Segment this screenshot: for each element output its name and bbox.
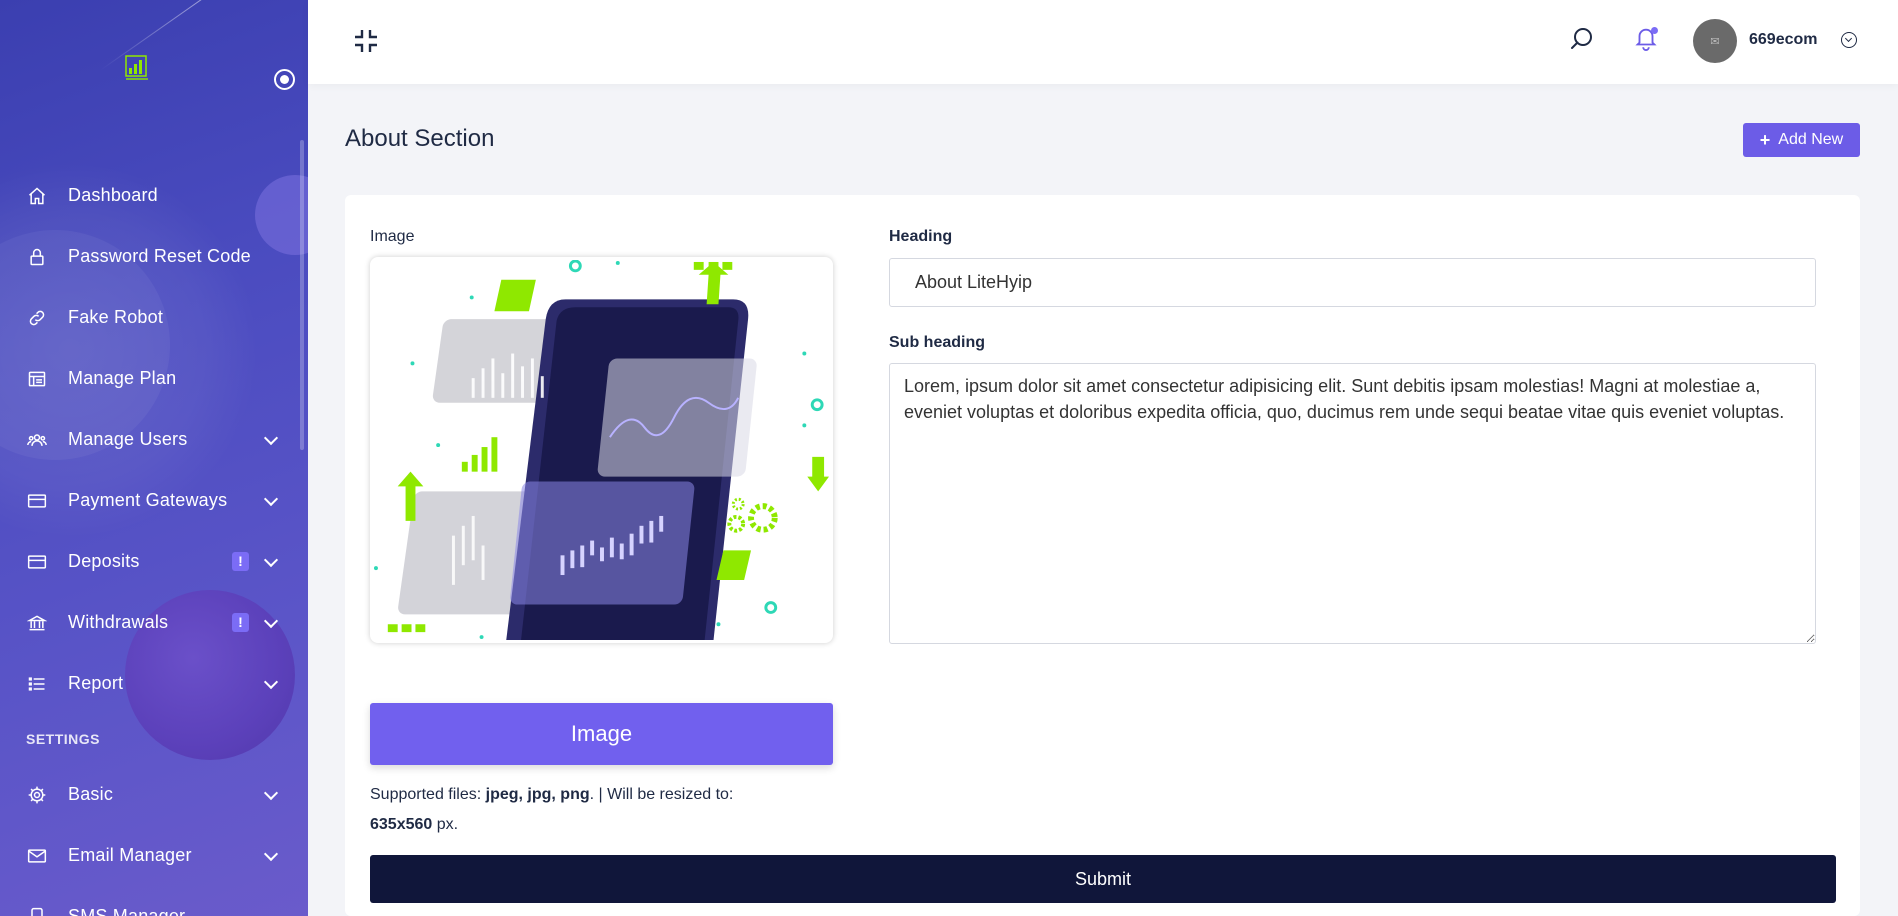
logo[interactable] (124, 54, 150, 82)
alert-badge: ! (232, 613, 249, 632)
chevron-down-icon (263, 430, 279, 446)
sidebar-section-settings: SETTINGS (26, 731, 101, 747)
sidebar-item-basic[interactable]: Basic (0, 764, 308, 825)
search-icon[interactable] (1569, 26, 1595, 52)
sidebar-item-withdrawals[interactable]: Withdrawals ! (0, 592, 308, 653)
sidebar-item-label: Fake Robot (68, 307, 164, 327)
heading-input[interactable] (889, 258, 1816, 307)
sidebar-nav: Dashboard Password Reset Code Fake Robot… (0, 165, 308, 916)
subheading-textarea[interactable]: Lorem, ipsum dolor sit amet consectetur … (889, 363, 1816, 644)
sidebar-toggle[interactable] (274, 69, 295, 90)
submit-button[interactable]: Submit (370, 855, 1836, 903)
top-bar: ✉ 669ecom (308, 0, 1898, 84)
sidebar-item-dashboard[interactable]: Dashboard (0, 165, 308, 226)
add-new-label: Add New (1778, 131, 1844, 148)
chevron-down-icon[interactable] (1841, 32, 1857, 48)
supported-suffix: px. (432, 816, 459, 833)
sidebar-item-label: Basic (68, 784, 114, 804)
chevron-down-icon (263, 846, 279, 862)
sidebar: Dashboard Password Reset Code Fake Robot… (0, 0, 308, 916)
lock-icon (26, 246, 48, 268)
chevron-down-icon (263, 613, 279, 629)
sidebar-item-label: Dashboard (68, 185, 158, 205)
sidebar-item-email-manager[interactable]: Email Manager (0, 825, 308, 886)
supported-size: 635x560 (370, 816, 433, 833)
sidebar-item-password-reset-code[interactable]: Password Reset Code (0, 226, 308, 287)
image-label: Image (370, 228, 415, 245)
card-icon (26, 551, 48, 573)
about-form-card: Image Image Supported files: jpeg, jpg, … (345, 195, 1860, 916)
alert-badge: ! (232, 552, 249, 571)
username[interactable]: 669ecom (1749, 31, 1818, 49)
sidebar-item-label: Report (68, 673, 124, 693)
chevron-down-icon (263, 491, 279, 507)
link-icon (26, 307, 48, 329)
sidebar-item-label: Withdrawals (68, 612, 169, 632)
sidebar-item-fake-robot[interactable]: Fake Robot (0, 287, 308, 348)
chevron-down-icon (263, 674, 279, 690)
sidebar-item-label: Password Reset Code (68, 246, 251, 266)
chevron-down-icon (263, 785, 279, 801)
sidebar-item-label: SMS Manager (68, 906, 186, 916)
sidebar-item-manage-users[interactable]: Manage Users (0, 409, 308, 470)
phone-icon (26, 906, 48, 916)
sidebar-item-label: Manage Plan (68, 368, 177, 388)
supported-prefix: Supported files: (370, 786, 486, 803)
gear-icon (26, 784, 48, 806)
avatar[interactable]: ✉ (1693, 19, 1737, 63)
sidebar-item-label: Deposits (68, 551, 140, 571)
image-preview (370, 257, 833, 643)
sidebar-item-payment-gateways[interactable]: Payment Gateways (0, 470, 308, 531)
home-icon (26, 185, 48, 207)
add-new-button[interactable]: + Add New (1743, 123, 1860, 157)
plan-icon (26, 368, 48, 390)
supported-files-note: Supported files: jpeg, jpg, png. | Will … (370, 780, 833, 840)
sidebar-item-deposits[interactable]: Deposits ! (0, 531, 308, 592)
sidebar-item-manage-plan[interactable]: Manage Plan (0, 348, 308, 409)
compress-icon[interactable] (353, 28, 379, 54)
bell-icon[interactable] (1633, 25, 1659, 53)
plus-icon: + (1759, 129, 1771, 150)
sidebar-item-label: Payment Gateways (68, 490, 228, 510)
chevron-down-icon (263, 552, 279, 568)
bank-icon (26, 612, 48, 634)
supported-types: jpeg, jpg, png (485, 786, 590, 803)
list-icon (26, 673, 48, 695)
heading-label: Heading (889, 228, 953, 245)
page-title: About Section (345, 125, 495, 152)
notification-dot (1651, 27, 1658, 34)
image-upload-button[interactable]: Image (370, 703, 833, 765)
sidebar-item-label: Manage Users (68, 429, 188, 449)
mail-icon (26, 845, 48, 867)
sidebar-item-report[interactable]: Report (0, 653, 308, 714)
subheading-label: Sub heading (889, 334, 985, 351)
sidebar-decoration (99, 0, 224, 71)
sidebar-item-sms-manager[interactable]: SMS Manager (0, 886, 308, 916)
card-icon (26, 490, 48, 512)
sidebar-item-label: Email Manager (68, 845, 192, 865)
users-icon (26, 429, 48, 451)
supported-mid: . | Will be resized to: (589, 786, 734, 803)
